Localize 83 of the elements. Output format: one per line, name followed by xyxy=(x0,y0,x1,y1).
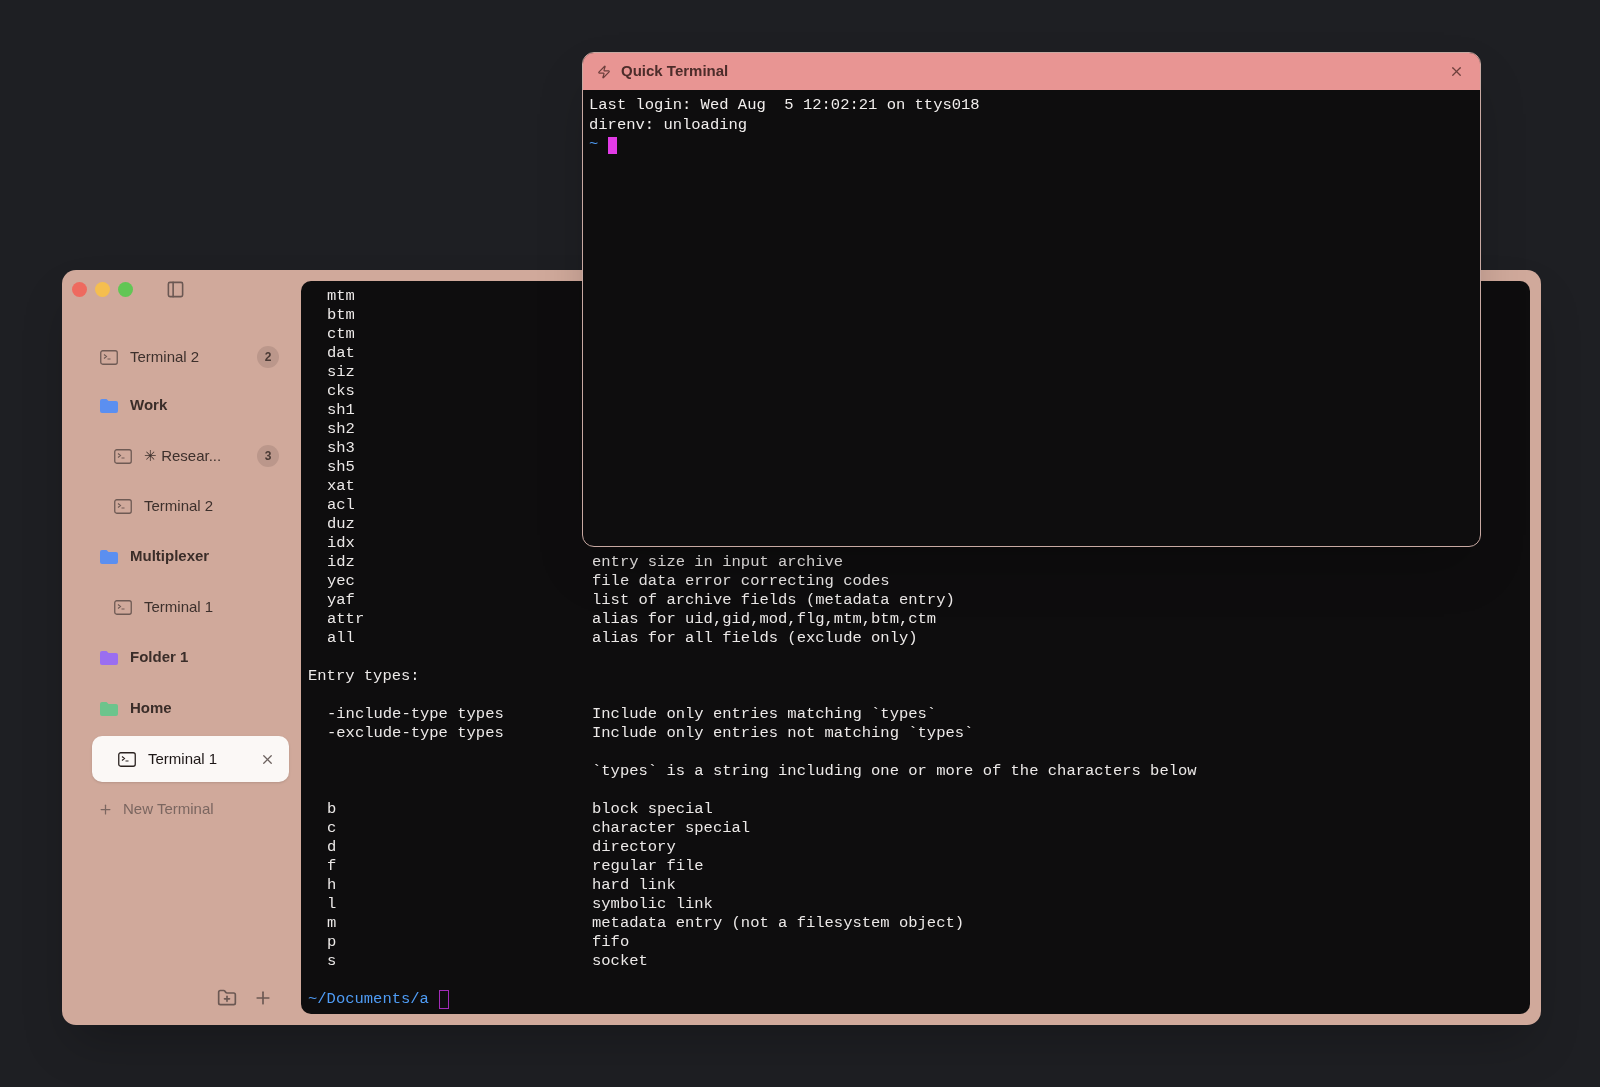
close-icon[interactable] xyxy=(1449,64,1464,79)
option-name: sh1 xyxy=(327,401,355,419)
item-label: Terminal 2 xyxy=(130,346,200,367)
option-description: entry size in input archive xyxy=(592,553,844,572)
option-name: l xyxy=(327,895,337,913)
window-title: Quick Terminal xyxy=(621,61,729,82)
option-description: fifo xyxy=(592,933,630,952)
option-name: sh2 xyxy=(327,420,355,438)
option-name: -include-type types xyxy=(327,705,504,723)
option-description: block special xyxy=(592,800,713,819)
option-name: acl xyxy=(327,496,355,514)
item-label: Terminal 1 xyxy=(144,596,214,617)
folder-label: Folder 1 xyxy=(130,647,189,668)
option-description: regular file xyxy=(592,857,704,876)
terminal-icon xyxy=(100,349,118,365)
terminal-icon xyxy=(114,448,132,464)
option-name: ctm xyxy=(327,325,355,343)
sidebar-item[interactable]: Terminal 1 xyxy=(92,736,289,782)
option-name: f xyxy=(327,857,337,875)
plus-icon xyxy=(98,802,113,817)
option-name: d xyxy=(327,838,337,856)
option-name: m xyxy=(327,914,337,932)
item-label: ✳ Resear... xyxy=(144,445,222,466)
option-description: symbolic link xyxy=(592,895,713,914)
sidebar-item[interactable]: Terminal 2 2 xyxy=(74,334,293,380)
option-name: sh3 xyxy=(327,439,355,457)
terminal-icon xyxy=(114,599,132,615)
option-description: character special xyxy=(592,819,751,838)
option-name: btm xyxy=(327,306,355,324)
terminal-icon xyxy=(114,498,132,514)
folder-item[interactable]: Folder 1 xyxy=(74,632,293,683)
option-description: `types` is a string including one or more of the characters below xyxy=(592,762,1197,781)
option-name: yec xyxy=(327,572,355,590)
option-name: idx xyxy=(327,534,355,552)
option-description: alias for uid,gid,mod,flg,mtm,btm,ctm xyxy=(592,610,937,629)
option-description: metadata entry (not a filesystem object) xyxy=(592,914,965,933)
option-name: idz xyxy=(327,553,355,571)
prompt-path: ~ xyxy=(589,135,599,155)
folder-item[interactable]: Multiplexer xyxy=(74,531,293,582)
folder-label: Home xyxy=(130,698,172,719)
option-description: list of archive fields (metadata entry) xyxy=(592,591,955,610)
option-name: mtm xyxy=(327,287,355,305)
option-description: alias for all fields (exclude only) xyxy=(592,629,918,648)
option-name: siz xyxy=(327,363,355,381)
option-name: cks xyxy=(327,382,355,400)
option-name: -exclude-type types xyxy=(327,724,504,742)
output-line: Last login: Wed Aug 5 12:02:21 on ttys018 xyxy=(589,96,980,114)
option-name: sh5 xyxy=(327,458,355,476)
section-heading: Entry types: xyxy=(308,667,420,685)
option-name: duz xyxy=(327,515,355,533)
folder-label: Work xyxy=(130,395,168,416)
output-line: direnv: unloading xyxy=(589,115,748,134)
option-name: s xyxy=(327,952,337,970)
option-description: Include only entries not matching `types` xyxy=(592,724,974,743)
option-description: hard link xyxy=(592,876,676,895)
sidebar-toggle-icon[interactable] xyxy=(166,279,185,299)
option-name: h xyxy=(327,876,337,894)
bolt-icon xyxy=(597,64,611,79)
count-badge: 2 xyxy=(257,346,279,368)
folder-label: Multiplexer xyxy=(130,546,210,567)
terminal-icon xyxy=(118,751,136,767)
option-description: directory xyxy=(592,838,676,857)
item-label: Terminal 1 xyxy=(148,748,218,769)
option-name: all xyxy=(327,629,355,647)
option-name: b xyxy=(327,800,337,818)
new-folder-icon[interactable] xyxy=(217,988,237,1008)
option-description: file data error correcting codes xyxy=(592,572,890,591)
option-name: c xyxy=(327,819,337,837)
option-description: socket xyxy=(592,952,648,971)
count-badge: 3 xyxy=(257,445,279,467)
sidebar-item[interactable]: Terminal 2 xyxy=(94,483,293,529)
option-name: attr xyxy=(327,610,365,628)
item-label: Terminal 2 xyxy=(144,495,214,516)
folder-item[interactable]: Home xyxy=(74,683,293,734)
prompt-path: ~/Documents/a xyxy=(308,990,429,1009)
sidebar-item[interactable]: ✳ Resear... 3 xyxy=(94,433,293,479)
option-description: Include only entries matching `types` xyxy=(592,705,937,724)
option-name: dat xyxy=(327,344,355,362)
sidebar-item[interactable]: Terminal 1 xyxy=(94,584,293,630)
option-name: xat xyxy=(327,477,355,495)
folder-item[interactable]: Work xyxy=(74,380,293,431)
option-name: p xyxy=(327,933,337,951)
option-name: yaf xyxy=(327,591,355,609)
